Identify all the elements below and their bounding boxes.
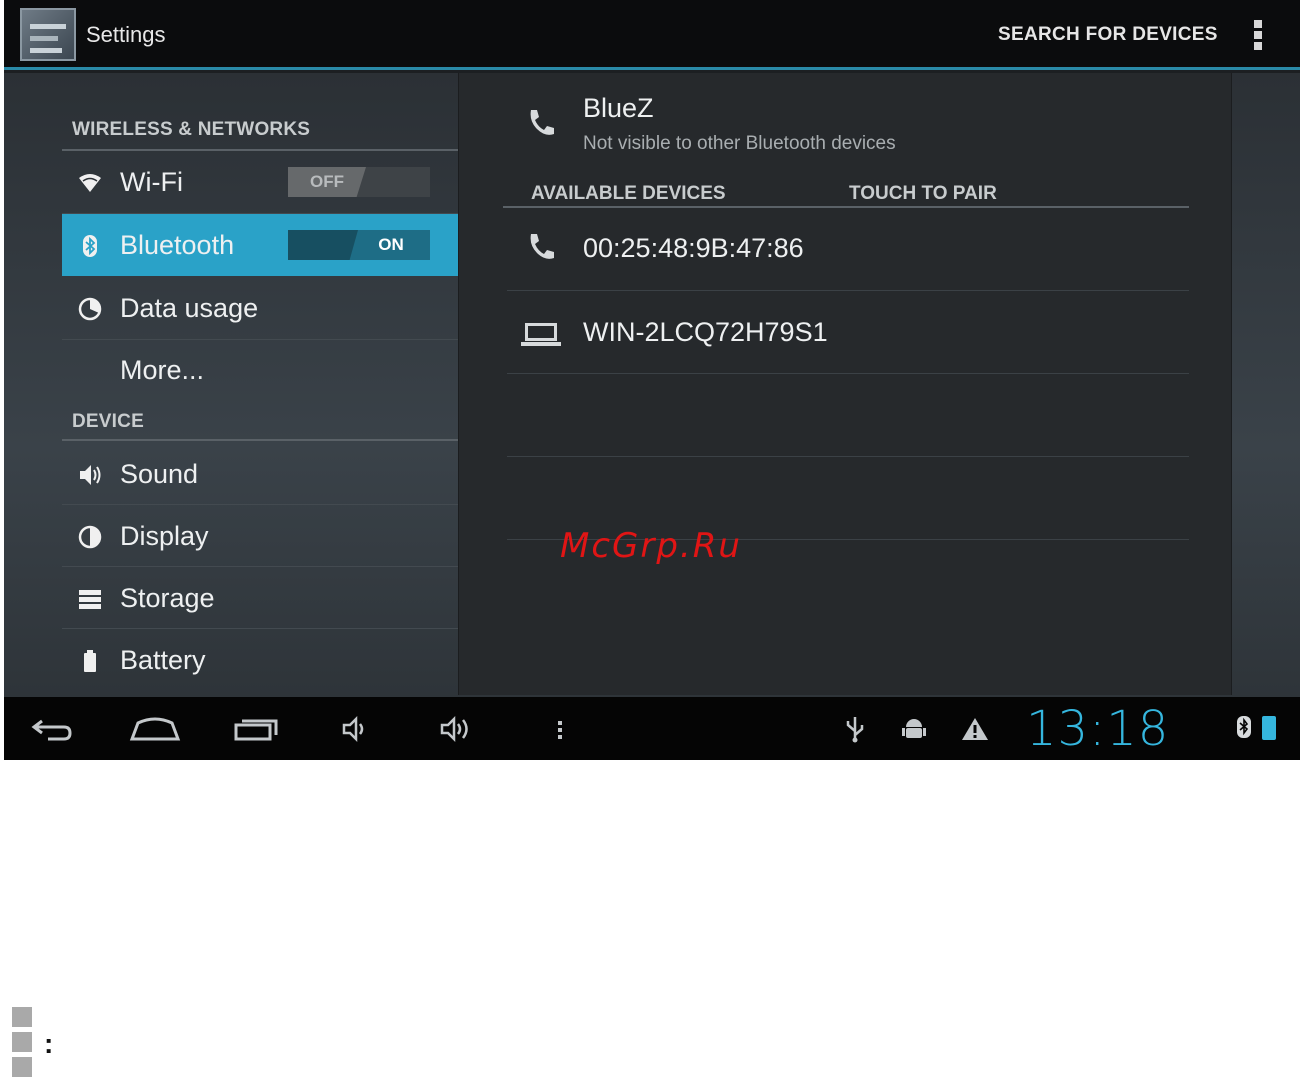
section-divider: [62, 439, 458, 441]
device-row[interactable]: WIN-2LCQ72H79S1: [503, 293, 1189, 373]
page-title: Settings: [86, 22, 166, 47]
menu-item-data-usage[interactable]: Data usage: [62, 277, 458, 339]
menu-item-battery[interactable]: Battery: [62, 629, 458, 691]
action-bar: Settings SEARCH FOR DEVICES: [4, 0, 1300, 70]
device-name: WIN-2LCQ72H79S1: [583, 317, 828, 347]
back-icon[interactable]: [28, 713, 76, 745]
menu-item-label: Display: [120, 521, 209, 551]
volume-down-icon[interactable]: [338, 713, 374, 745]
phone-icon: [525, 107, 555, 137]
wifi-icon: [78, 171, 102, 195]
section-divider: [503, 206, 1189, 208]
section-header-wireless: WIRELESS & NETWORKS: [72, 119, 311, 140]
divider: [507, 456, 1189, 457]
settings-menu: WIRELESS & NETWORKS Wi-Fi OFF Bluetooth: [4, 73, 458, 697]
menu-item-label: Bluetooth: [120, 230, 235, 260]
wifi-toggle-label: OFF: [288, 167, 366, 197]
recent-apps-icon[interactable]: [230, 713, 280, 745]
divider: [507, 373, 1189, 374]
bluetooth-toggle[interactable]: ON: [288, 230, 430, 260]
menu-item-label: Battery: [120, 645, 206, 675]
clock[interactable]: 13:18: [1026, 701, 1169, 757]
home-icon[interactable]: [128, 713, 182, 745]
sound-icon: [78, 463, 102, 487]
local-device-visibility[interactable]: Not visible to other Bluetooth devices: [583, 133, 896, 155]
overflow-menu-legend-icon: [12, 1007, 34, 1079]
menu-item-storage[interactable]: Storage: [62, 567, 458, 629]
menu-item-label: Data usage: [120, 293, 259, 323]
volume-up-icon[interactable]: [436, 713, 480, 745]
system-bar: 13:18: [4, 697, 1300, 760]
wifi-toggle[interactable]: OFF: [288, 167, 430, 197]
local-device-name[interactable]: BlueZ: [583, 93, 654, 124]
menu-item-label: More...: [120, 355, 205, 385]
section-header-device: DEVICE: [72, 411, 144, 432]
data-usage-icon: [78, 297, 102, 321]
phone-icon: [525, 231, 555, 261]
menu-item-label: Sound: [120, 459, 199, 489]
overflow-menu-icon[interactable]: [1250, 18, 1266, 52]
menu-icon[interactable]: [552, 713, 568, 745]
touch-to-pair-header: TOUCH TO PAIR: [849, 183, 997, 204]
menu-item-label: Wi-Fi: [120, 167, 183, 197]
search-for-devices-button[interactable]: SEARCH FOR DEVICES: [998, 24, 1218, 46]
settings-content: WIRELESS & NETWORKS Wi-Fi OFF Bluetooth: [4, 73, 1300, 697]
device-name: 00:25:48:9B:47:86: [583, 233, 804, 263]
device-row[interactable]: 00:25:48:9B:47:86: [503, 209, 1189, 289]
bluetooth-panel: BlueZ Not visible to other Bluetooth dev…: [458, 73, 1232, 695]
watermark: McGrp.Ru: [560, 526, 742, 566]
settings-app-icon[interactable]: [20, 8, 76, 61]
legend-colon: :: [44, 1028, 54, 1059]
menu-item-wifi[interactable]: Wi-Fi OFF: [62, 151, 458, 213]
tablet-screen: Settings SEARCH FOR DEVICES WIRELESS & N…: [4, 0, 1300, 760]
laptop-icon: [521, 323, 561, 347]
divider: [507, 290, 1189, 291]
menu-item-bluetooth[interactable]: Bluetooth ON: [62, 214, 458, 276]
battery-icon: [78, 649, 102, 673]
storage-icon: [78, 587, 102, 611]
menu-item-more[interactable]: More...: [62, 339, 458, 401]
battery-status-icon: [1262, 716, 1276, 740]
android-debug-icon: [900, 715, 928, 750]
display-icon: [78, 525, 102, 549]
menu-item-label: Storage: [120, 583, 215, 613]
available-devices-header: AVAILABLE DEVICES: [531, 183, 726, 204]
bluetooth-icon: [78, 234, 102, 258]
menu-item-sound[interactable]: Sound: [62, 443, 458, 505]
bluetooth-toggle-label: ON: [378, 235, 404, 254]
warning-icon: [960, 715, 990, 750]
bluetooth-status-icon: [1236, 715, 1252, 745]
usb-icon: [844, 715, 866, 750]
menu-item-display[interactable]: Display: [62, 505, 458, 567]
